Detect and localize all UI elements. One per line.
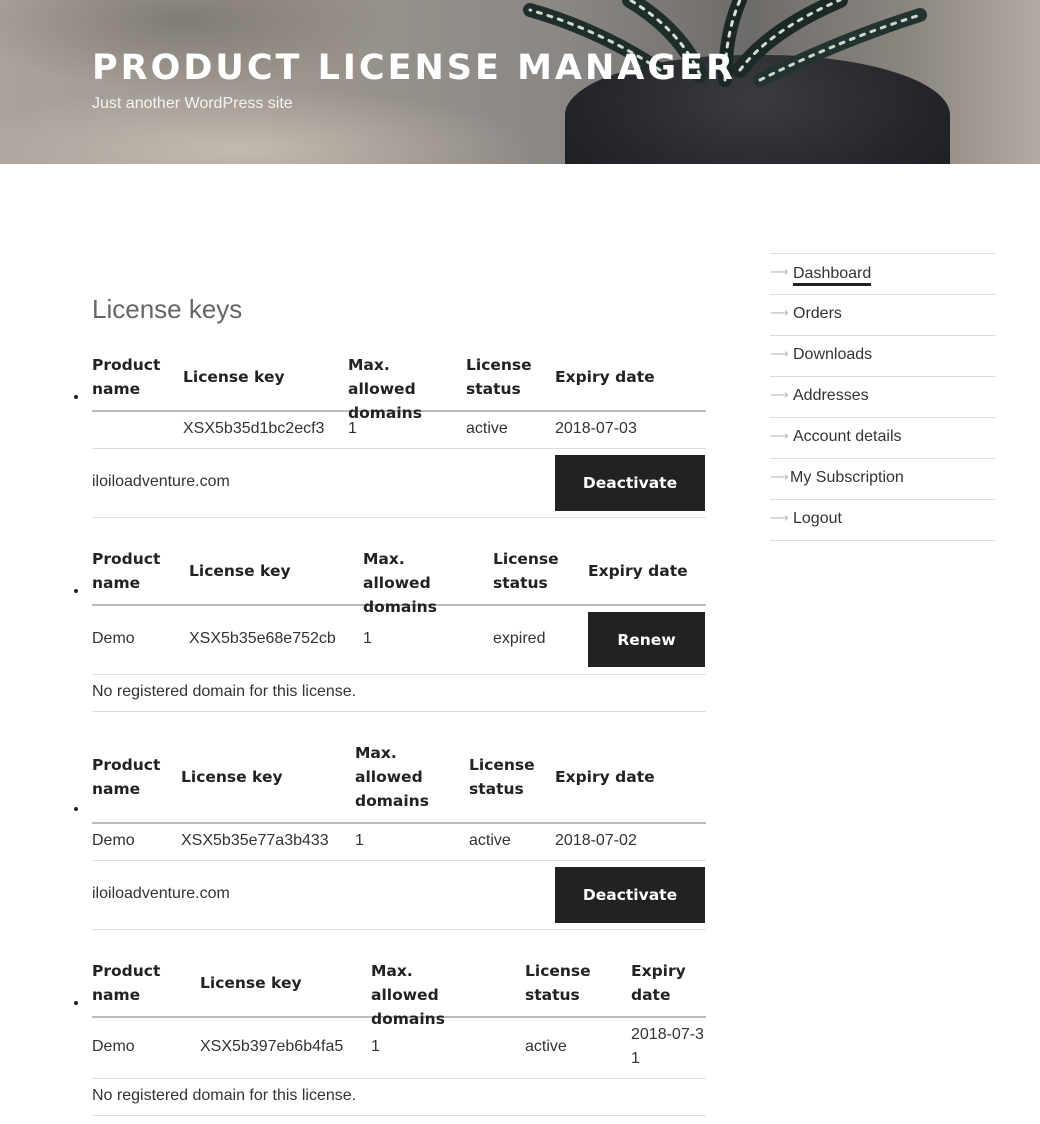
header-expiry-date: Expiry date: [555, 368, 655, 386]
nav-item-my-subscription[interactable]: ⟶ My Subscription: [770, 459, 996, 500]
license-table: Product name License key Max. allowed do…: [74, 352, 706, 518]
site-header: PRODUCT LICENSE MANAGER Just another Wor…: [0, 0, 1040, 164]
arrow-right-icon: ⟶: [770, 347, 789, 362]
cell-max-domains: 1: [371, 1038, 380, 1055]
nav-link-account-details[interactable]: Account details: [793, 428, 902, 446]
nav-link-my-subscription[interactable]: My Subscription: [790, 469, 904, 487]
license-table: Product name License key Max. allowed do…: [74, 958, 706, 1116]
cell-license-status: active: [469, 832, 511, 849]
header-license-status: License status: [469, 756, 535, 798]
license-table-header: Product name License key Max. allowed do…: [92, 958, 706, 1028]
cell-license-key: XSX5b35e77a3b433: [181, 832, 329, 849]
license-table: Product name License key Max. allowed do…: [74, 740, 706, 930]
header-product-name: Product name: [92, 356, 161, 398]
site-tagline: Just another WordPress site: [92, 95, 293, 112]
cell-expiry-date: 2018-07-31: [631, 1026, 704, 1067]
arrow-right-icon: ⟶: [770, 429, 789, 444]
header-max-domains: Max. allowed domains: [363, 550, 437, 616]
row-divider: [92, 1115, 706, 1116]
header-product-name: Product name: [92, 550, 161, 592]
header-license-key: License key: [183, 368, 285, 386]
cell-license-key: XSX5b35d1bc2ecf3: [183, 420, 325, 437]
list-bullet: [74, 395, 78, 399]
license-table-header: Product name License key Max. allowed do…: [92, 352, 706, 422]
page-title: License keys: [92, 294, 243, 324]
cell-max-domains: 1: [363, 630, 372, 647]
list-bullet: [74, 807, 78, 811]
header-max-domains: Max. allowed domains: [371, 962, 445, 1028]
cell-max-domains: 1: [348, 420, 357, 437]
no-domain-note: No registered domain for this license.: [92, 683, 357, 700]
header-expiry-date: Expiry date: [555, 768, 655, 786]
license-table-header: Product name License key Max. allowed do…: [92, 546, 706, 616]
cell-product-name: Demo: [92, 1038, 135, 1055]
header-license-key: License key: [200, 974, 302, 992]
header-expiry-date: Expiry date: [631, 962, 686, 1004]
header-license-status: License status: [525, 962, 591, 1004]
header-max-domains: Max. allowed domains: [348, 356, 422, 422]
row-divider: [92, 929, 706, 930]
nav-link-orders[interactable]: Orders: [793, 305, 842, 323]
cell-product-name: Demo: [92, 630, 135, 647]
header-product-name: Product name: [92, 756, 161, 798]
arrow-right-icon: ⟶: [770, 470, 789, 485]
arrow-right-icon: ⟶: [770, 265, 789, 280]
no-domain-note: No registered domain for this license.: [92, 1087, 357, 1104]
arrow-right-icon: ⟶: [770, 306, 789, 321]
deactivate-button[interactable]: Deactivate: [555, 455, 705, 511]
header-product-name: Product name: [92, 962, 161, 1004]
site-title[interactable]: PRODUCT LICENSE MANAGER: [92, 48, 736, 88]
row-divider: [92, 674, 706, 675]
header-license-key: License key: [189, 562, 291, 580]
cell-license-key: XSX5b35e68e752cb: [189, 630, 336, 647]
nav-link-downloads[interactable]: Downloads: [793, 346, 872, 364]
registered-domain: iloiloadventure.com: [92, 473, 230, 490]
deactivate-button[interactable]: Deactivate: [555, 867, 705, 923]
nav-link-logout[interactable]: Logout: [793, 510, 842, 528]
cell-license-status: active: [466, 420, 508, 437]
renew-button[interactable]: Renew: [588, 612, 705, 667]
list-bullet: [74, 1001, 78, 1005]
nav-item-orders[interactable]: ⟶ Orders: [770, 295, 996, 336]
header-expiry-date: Expiry date: [588, 562, 688, 580]
arrow-right-icon: ⟶: [770, 388, 789, 403]
nav-link-dashboard[interactable]: Dashboard: [793, 264, 872, 286]
nav-link-addresses[interactable]: Addresses: [793, 387, 869, 405]
registered-domain: iloiloadventure.com: [92, 885, 230, 902]
row-divider: [92, 1078, 706, 1079]
nav-item-downloads[interactable]: ⟶ Downloads: [770, 336, 996, 377]
cell-license-status: active: [525, 1038, 567, 1055]
cell-max-domains: 1: [355, 832, 364, 849]
header-license-key: License key: [181, 768, 283, 786]
nav-item-dashboard[interactable]: ⟶ Dashboard: [770, 254, 996, 295]
nav-item-account-details[interactable]: ⟶ Account details: [770, 418, 996, 459]
row-divider: [92, 711, 706, 712]
nav-item-logout[interactable]: ⟶ Logout: [770, 500, 996, 541]
arrow-right-icon: ⟶: [770, 511, 789, 526]
row-divider: [92, 448, 706, 449]
cell-license-status: expired: [493, 630, 546, 647]
header-max-domains: Max. allowed domains: [355, 744, 429, 810]
header-license-status: License status: [466, 356, 532, 398]
cell-license-key: XSX5b397eb6b4fa5: [200, 1038, 344, 1055]
license-table-header: Product name License key Max. allowed do…: [92, 740, 706, 824]
license-table: Product name License key Max. allowed do…: [74, 546, 706, 712]
header-license-status: License status: [493, 550, 559, 592]
cell-expiry-date: 2018-07-03: [555, 420, 637, 437]
cell-expiry-date: 2018-07-02: [555, 832, 637, 849]
row-divider: [92, 860, 706, 861]
row-divider: [92, 517, 706, 518]
list-bullet: [74, 589, 78, 593]
nav-item-addresses[interactable]: ⟶ Addresses: [770, 377, 996, 418]
account-navigation: ⟶ Dashboard ⟶ Orders ⟶ Downloads ⟶ Addre…: [770, 253, 996, 541]
cell-product-name: Demo: [92, 832, 135, 849]
